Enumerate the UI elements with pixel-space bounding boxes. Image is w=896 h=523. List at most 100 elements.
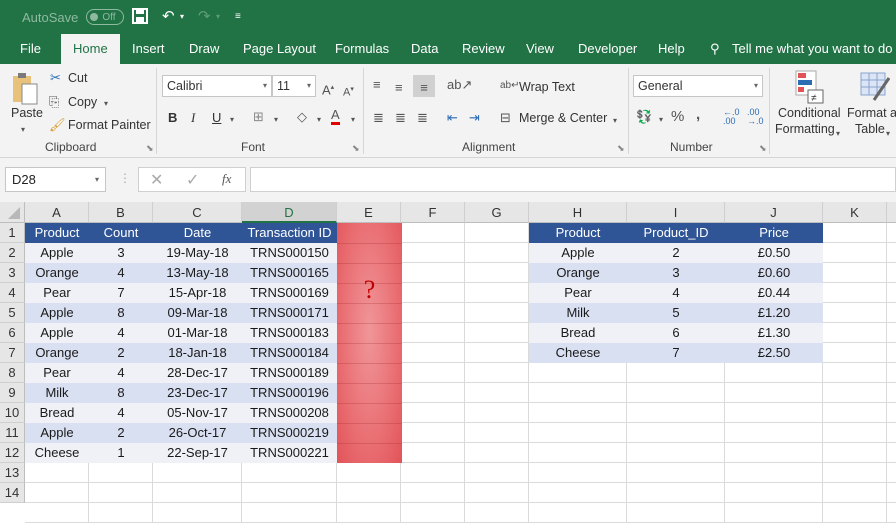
cut-button[interactable]: Cut [68,71,87,85]
comma-style-button[interactable]: , [696,107,700,123]
grid-cell[interactable] [529,463,627,483]
bottom-align-icon[interactable]: ≡ [413,75,435,97]
transactions-cell[interactable]: 2 [89,343,153,363]
grid-cell[interactable] [337,463,401,483]
select-all-button[interactable] [0,202,25,223]
transactions-cell[interactable]: 8 [89,383,153,403]
grid-cell[interactable] [887,223,896,243]
row-header-1[interactable]: 1 [0,223,25,243]
percent-style-button[interactable]: % [671,109,684,125]
grid-cell[interactable] [823,383,887,403]
tab-formulas[interactable]: Formulas [335,34,389,64]
paste-dropdown-icon[interactable]: ▾ [21,122,25,138]
conditional-formatting-dropdown-icon[interactable]: ▾ [836,126,840,142]
grid-cell[interactable] [627,463,725,483]
transactions-cell[interactable]: 3 [89,243,153,263]
font-color-dropdown-icon[interactable]: ▾ [351,112,355,128]
products-cell[interactable]: 4 [627,283,725,303]
grid-cell[interactable] [401,263,465,283]
transactions-cell[interactable]: TRNS000219 [242,423,337,443]
increase-indent-icon[interactable]: ⇥ [469,110,480,126]
italic-button[interactable]: I [191,110,195,126]
font-color-icon[interactable]: A [331,108,340,125]
grid-cell[interactable] [529,443,627,463]
row-header-7[interactable]: 7 [0,343,25,363]
transactions-cell[interactable]: Orange [25,263,89,283]
transactions-cell[interactable]: Bread [25,403,89,423]
grid-cell[interactable] [465,503,529,523]
scissors-icon[interactable]: ✂ [50,70,61,86]
transactions-cell[interactable]: 4 [89,263,153,283]
products-cell[interactable]: Bread [529,323,627,343]
customize-qat-icon[interactable]: ≡ [235,8,241,26]
grid-cell[interactable] [725,363,823,383]
column-header-c[interactable]: C [153,202,242,223]
products-header-cell[interactable]: Product [529,223,627,243]
transactions-cell[interactable]: TRNS000150 [242,243,337,263]
undo-icon[interactable]: ↶ [162,8,175,26]
row-header-4[interactable]: 4 [0,283,25,303]
grid-cell[interactable] [887,363,896,383]
copy-icon[interactable]: ⎘ [49,94,59,110]
transactions-cell[interactable]: TRNS000169 [242,283,337,303]
row-header-11[interactable]: 11 [0,423,25,443]
grid-cell[interactable] [823,223,887,243]
grid-cell[interactable] [725,403,823,423]
row-header-13[interactable]: 13 [0,463,25,483]
transactions-cell[interactable]: 26-Oct-17 [153,423,242,443]
products-cell[interactable]: £1.30 [725,323,823,343]
tab-insert[interactable]: Insert [132,34,165,64]
column-header-l[interactable] [887,202,896,223]
grid-cell[interactable] [25,483,89,503]
transactions-cell[interactable]: 7 [89,283,153,303]
grid-cell[interactable] [401,323,465,343]
transactions-cell[interactable]: 23-Dec-17 [153,383,242,403]
clipboard-launcher-icon[interactable]: ⬊ [146,143,154,154]
grid-cell[interactable] [823,263,887,283]
grid-cell[interactable] [465,383,529,403]
transactions-cell[interactable]: 2 [89,423,153,443]
grid-cell[interactable] [725,483,823,503]
transactions-cell[interactable]: Apple [25,303,89,323]
grid-cell[interactable] [627,483,725,503]
enter-icon[interactable]: ✓ [186,170,199,190]
increase-decimal-icon[interactable]: ←.0.00 [723,108,740,126]
tab-view[interactable]: View [526,34,554,64]
grid-cell[interactable] [401,283,465,303]
format-as-table-dropdown-icon[interactable]: ▾ [886,126,890,142]
tab-help[interactable]: Help [658,34,685,64]
underline-button[interactable]: U [212,110,221,126]
merge-center-icon[interactable]: ⊟ [500,110,511,126]
transactions-header-cell[interactable]: Product [25,223,89,243]
column-header-f[interactable]: F [401,202,465,223]
grid-cell[interactable] [465,443,529,463]
transactions-cell[interactable]: Apple [25,423,89,443]
grid-cell[interactable] [401,343,465,363]
transactions-cell[interactable]: 15-Apr-18 [153,283,242,303]
transactions-header-cell[interactable]: Transaction ID [242,223,337,243]
transactions-cell[interactable]: 19-May-18 [153,243,242,263]
borders-icon[interactable]: ⊞ [253,109,264,125]
number-launcher-icon[interactable]: ⬊ [759,143,767,154]
products-cell[interactable]: £2.50 [725,343,823,363]
transactions-cell[interactable]: Apple [25,323,89,343]
tab-file[interactable]: File [20,34,41,64]
tab-draw[interactable]: Draw [189,34,219,64]
grid-cell[interactable] [627,423,725,443]
transactions-cell[interactable]: Pear [25,283,89,303]
grid-cell[interactable] [465,263,529,283]
column-header-b[interactable]: B [89,202,153,223]
save-icon[interactable] [132,8,148,29]
grid-cell[interactable] [627,443,725,463]
products-cell[interactable]: Apple [529,243,627,263]
grid-cell[interactable] [401,303,465,323]
grid-cell[interactable] [25,503,89,523]
grid-cell[interactable] [887,463,896,483]
grid-cell[interactable] [823,323,887,343]
autosave-toggle[interactable]: AutoSave Off [22,7,125,27]
top-align-icon[interactable]: ≡ [373,77,381,93]
column-header-j[interactable]: J [725,202,823,223]
grid-cell[interactable] [887,343,896,363]
grid-cell[interactable] [823,423,887,443]
decrease-font-size-icon[interactable]: A▾ [343,82,354,101]
